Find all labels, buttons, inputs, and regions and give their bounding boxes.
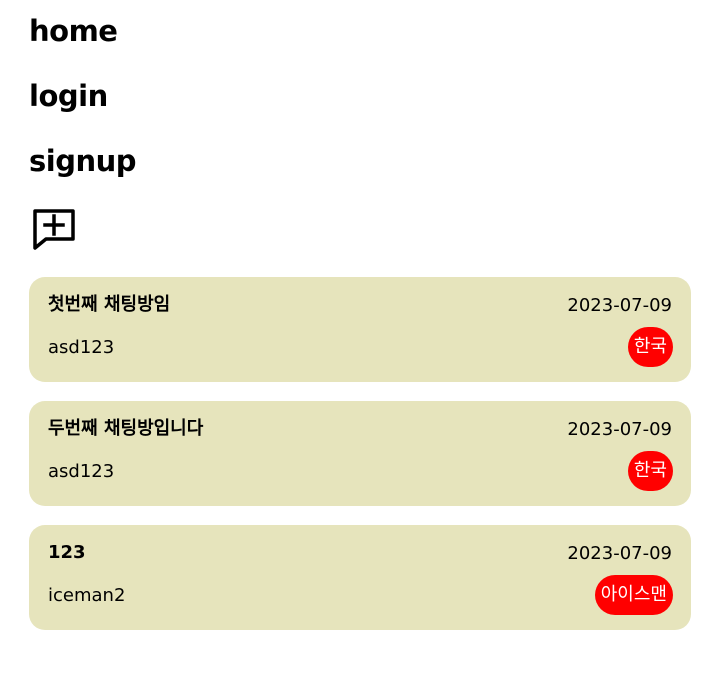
room-tag-badge: 아이스맨 bbox=[594, 575, 673, 615]
nav-link-signup[interactable]: signup bbox=[29, 143, 137, 179]
room-date: 2023-07-09 bbox=[567, 419, 672, 440]
nav-link-home[interactable]: home bbox=[29, 13, 118, 49]
chat-room-card[interactable]: 123 2023-07-09 iceman2 아이스맨 bbox=[29, 525, 691, 630]
message-plus-icon bbox=[33, 209, 75, 250]
chat-room-card[interactable]: 첫번째 채팅방임 2023-07-09 asd123 한국 bbox=[29, 277, 691, 382]
room-date: 2023-07-09 bbox=[567, 543, 672, 564]
chat-room-card[interactable]: 두번째 채팅방입니다 2023-07-09 asd123 한국 bbox=[29, 401, 691, 506]
room-creator: asd123 bbox=[48, 337, 115, 358]
room-tag-badge: 한국 bbox=[627, 327, 673, 367]
page: home login signup 첫번째 채팅방임 2023-07-09 as… bbox=[0, 0, 721, 679]
room-title: 123 bbox=[48, 542, 86, 563]
room-title: 두번째 채팅방입니다 bbox=[48, 418, 204, 439]
new-chat-button[interactable] bbox=[31, 207, 77, 251]
room-tag-badge: 한국 bbox=[627, 451, 673, 491]
room-date: 2023-07-09 bbox=[567, 295, 672, 316]
room-title: 첫번째 채팅방임 bbox=[48, 294, 171, 315]
room-creator: iceman2 bbox=[48, 585, 126, 606]
room-creator: asd123 bbox=[48, 461, 115, 482]
nav-link-login[interactable]: login bbox=[29, 78, 108, 114]
